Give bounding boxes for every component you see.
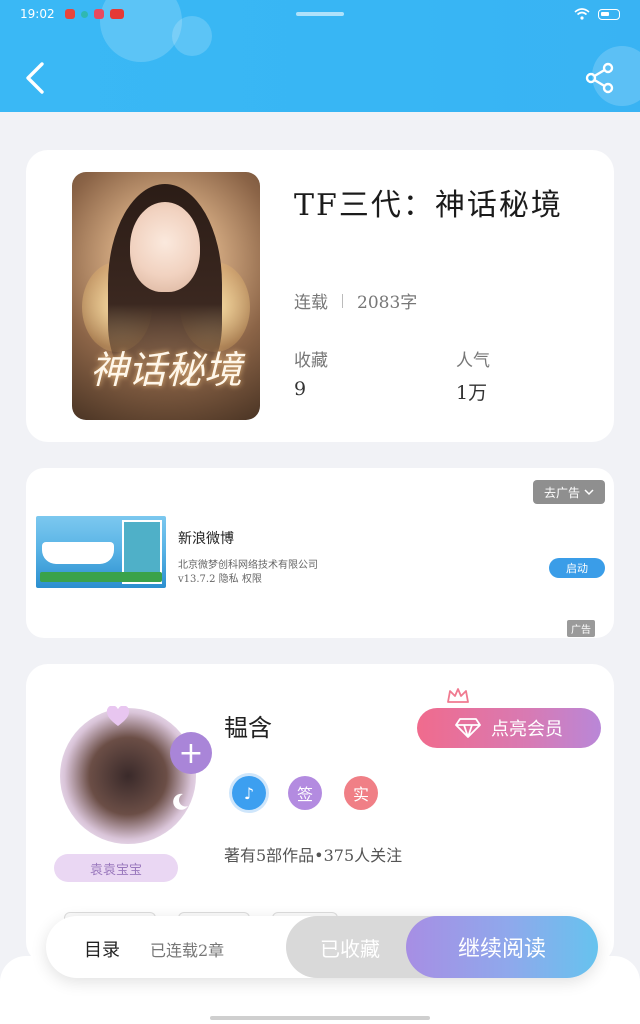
chevron-left-icon[interactable] <box>22 60 50 96</box>
author-stats: 著有5部作品•375人关注 <box>224 846 403 865</box>
continue-reading-button[interactable]: 继续阅读 <box>406 916 598 978</box>
vip-button-label: 点亮会员 <box>491 719 563 740</box>
author-name: 韫含 <box>224 714 272 742</box>
author-avatar[interactable]: + <box>54 692 214 852</box>
ad-app-name: 新浪微博 <box>178 531 234 547</box>
collected-label: 已收藏 <box>320 936 380 961</box>
moon-icon <box>173 793 188 810</box>
stat-value-popularity: 1万 <box>456 382 488 404</box>
stat-label-popularity: 人气 <box>456 351 490 371</box>
bottom-action-bar: 目录 已连载2章 已收藏 继续阅读 <box>46 916 598 978</box>
ad-image[interactable] <box>36 516 166 588</box>
toc-button[interactable]: 目录 <box>84 936 120 962</box>
ad-company: 北京微梦创科网络技术有限公司 <box>178 560 318 571</box>
signed-badge: 签 <box>288 776 322 810</box>
ad-card[interactable]: 去广告 新浪微博 北京微梦创科网络技术有限公司 v13.7.2 隐私 权限 启动… <box>26 468 614 638</box>
ad-tag: 广告 <box>567 620 595 637</box>
music-badge-icon: ♪ <box>232 776 266 810</box>
remove-ad-label: 去广告 <box>543 485 580 500</box>
avatar-nameplate: 袁袁宝宝 <box>54 854 178 882</box>
notification-icon <box>109 9 124 19</box>
book-word-count: 2083字 <box>357 293 418 313</box>
stat-value-favorites: 9 <box>294 378 307 400</box>
verified-badge: 实 <box>344 776 378 810</box>
notification-icon <box>93 9 104 19</box>
meta-divider <box>342 293 343 308</box>
battery-icon <box>598 8 620 20</box>
verified-badge-label: 实 <box>352 785 369 804</box>
chevron-down-icon <box>584 489 594 496</box>
remove-ad-button[interactable]: 去广告 <box>533 480 605 504</box>
book-status: 连载 <box>294 293 328 313</box>
home-indicator[interactable] <box>210 1016 430 1020</box>
music-badge-label: ♪ <box>243 783 255 803</box>
wifi-icon <box>574 8 590 20</box>
follow-button[interactable]: + <box>170 732 212 774</box>
chapter-count[interactable]: 已连载2章 <box>150 937 224 961</box>
book-info-card: 神话秘境 TF三代：神话秘境 连载 2083字 收藏 9 人气 1万 <box>26 150 614 442</box>
share-icon[interactable] <box>584 62 616 94</box>
signed-badge-label: 签 <box>296 785 313 804</box>
avatar-frame <box>60 708 196 844</box>
status-right <box>574 8 620 20</box>
notification-icon <box>64 9 75 19</box>
top-header: 19:02 <box>0 0 640 112</box>
heart-icon <box>106 706 130 726</box>
cover-face <box>130 202 200 292</box>
book-title: TF三代：神话秘境 <box>294 188 563 223</box>
ad-version: v13.7.2 隐私 权限 <box>178 574 262 585</box>
ad-image-banner <box>40 572 162 582</box>
crown-icon <box>447 688 469 703</box>
notification-icon <box>80 10 88 18</box>
diamond-icon <box>455 718 481 738</box>
ad-launch-button[interactable]: 启动 <box>549 558 605 578</box>
book-meta: 连载 2083字 <box>294 288 417 313</box>
book-cover[interactable]: 神话秘境 <box>72 172 260 420</box>
stat-label-favorites: 收藏 <box>294 351 328 371</box>
cover-title: 神话秘境 <box>89 348 242 392</box>
drag-handle <box>296 12 344 16</box>
status-time: 19:02 <box>20 7 55 21</box>
ad-cruise-ship <box>42 542 114 564</box>
author-badges: ♪ 签 实 <box>232 776 378 810</box>
vip-button[interactable]: 点亮会员 <box>417 708 601 748</box>
